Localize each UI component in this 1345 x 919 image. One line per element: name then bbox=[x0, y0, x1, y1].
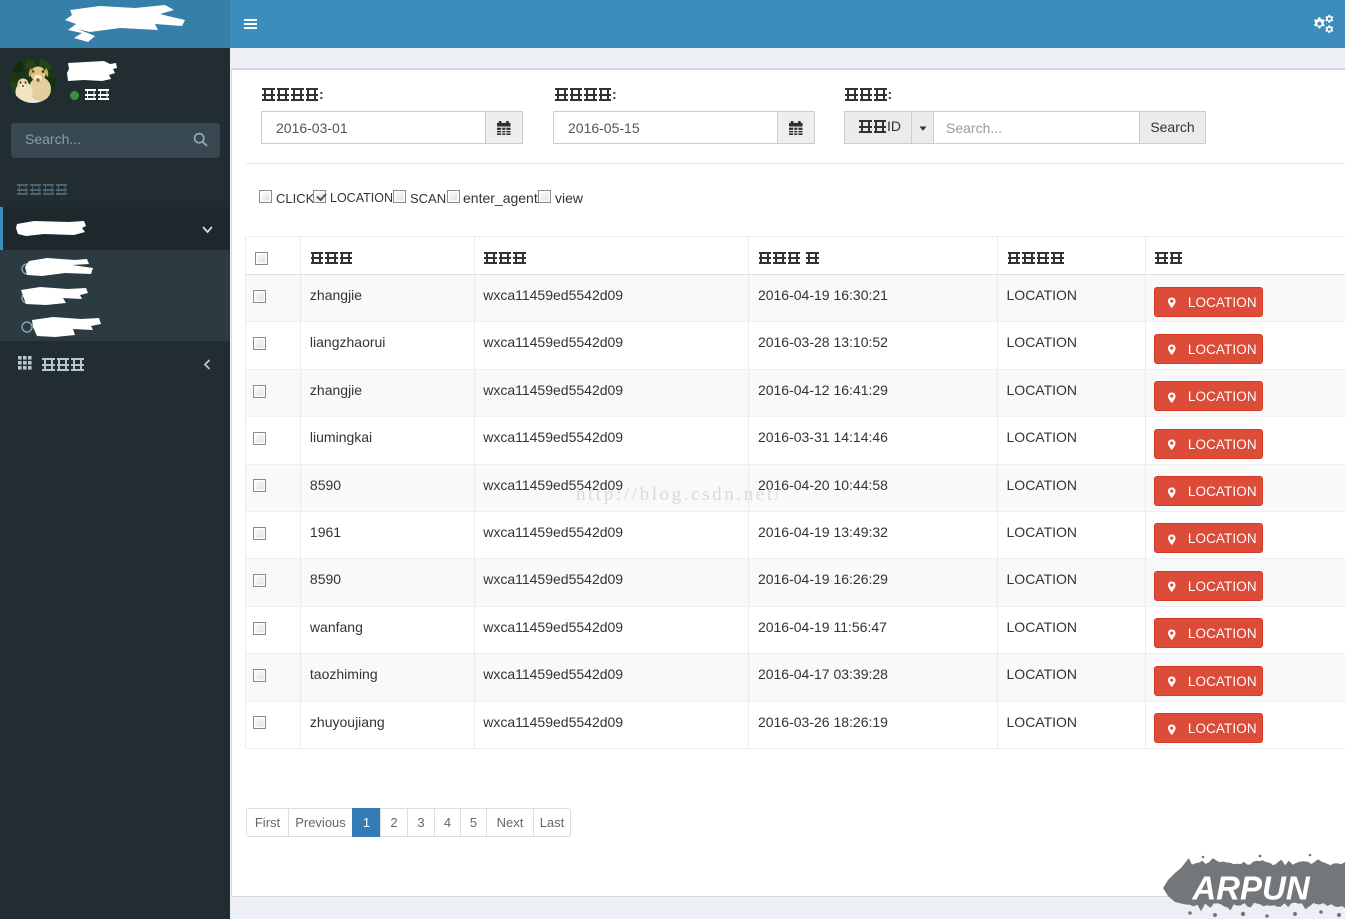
svg-text:ARPUN: ARPUN bbox=[1191, 870, 1311, 907]
